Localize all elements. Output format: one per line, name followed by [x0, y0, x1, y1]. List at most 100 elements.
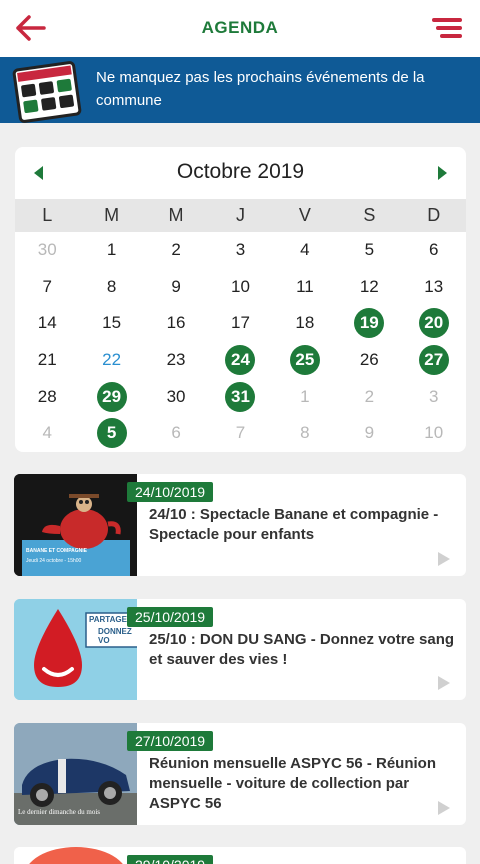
calendar-day-number: 17	[231, 313, 250, 333]
play-arrow-icon	[438, 676, 450, 690]
calendar-day[interactable]: 9	[337, 415, 401, 452]
page-title: AGENDA	[201, 18, 279, 37]
next-month-button[interactable]	[432, 163, 452, 183]
calendar-day-number: 8	[300, 423, 310, 443]
calendar-day[interactable]: 3	[208, 232, 272, 269]
event-thumbnail: PARTAGEZ DONNEZ VO	[14, 599, 137, 700]
menu-button[interactable]	[430, 14, 466, 42]
calendar-week-row: 30 1 2 3 4 5 6	[15, 232, 466, 269]
event-card[interactable]: 29/10/2019	[14, 847, 466, 864]
calendar-day[interactable]: 4	[273, 232, 337, 269]
calendar-day[interactable]: 6	[402, 232, 466, 269]
calendar-day[interactable]: 4	[15, 415, 79, 452]
info-banner: Ne manquez pas les prochains événements …	[0, 57, 480, 123]
calendar-day[interactable]: 12	[337, 269, 401, 306]
calendar-day[interactable]: 2	[337, 378, 401, 415]
weekday-label: L	[42, 205, 53, 225]
calendar-day-number: 4	[300, 240, 310, 260]
calendar-day[interactable]: 17	[208, 305, 272, 342]
calendar-day-number: 24	[225, 345, 256, 376]
calendar-day[interactable]: 11	[273, 269, 337, 306]
calendar-day[interactable]: 1	[273, 378, 337, 415]
event-title: 24/10 : Spectacle Banane et compagnie - …	[149, 506, 439, 543]
calendar-day[interactable]: 30	[144, 378, 208, 415]
calendar-day-number: 18	[295, 313, 315, 333]
calendar-week-row: 7 8 9 10 11 12 13	[15, 269, 466, 306]
calendar-day[interactable]: 23	[144, 342, 208, 379]
play-arrow-icon	[438, 552, 450, 566]
event-date-badge: 29/10/2019	[127, 855, 214, 864]
calendar-day-number: 10	[424, 423, 444, 443]
calendar-day-with-event[interactable]: 19	[337, 305, 401, 342]
event-image	[29, 847, 123, 864]
calendar-day-with-event[interactable]: 5	[79, 415, 143, 452]
calendar-day[interactable]: 3	[402, 378, 466, 415]
calendar-day-number: 7	[42, 276, 52, 296]
calendar-day[interactable]: 5	[337, 232, 401, 269]
calendar-day-number: 27	[418, 345, 449, 376]
calendar-day[interactable]: 15	[79, 305, 143, 342]
calendar-week-row: 4 5 6 7 8 9 10	[15, 415, 466, 452]
calendar-day-number: 16	[166, 313, 186, 333]
event-card[interactable]: Le dernier dimanche du mois 27/10/2019 R…	[14, 723, 466, 825]
event-card[interactable]: PARTAGEZ DONNEZ VO 25/10/2019 25/10 : DO…	[14, 599, 466, 700]
calendar-day[interactable]: 9	[144, 269, 208, 306]
calendar-day[interactable]: 26	[337, 342, 401, 379]
calendar-day[interactable]: 8	[79, 269, 143, 306]
calendar-day-with-event[interactable]: 20	[402, 305, 466, 342]
calendar-day-number: 19	[354, 308, 385, 339]
calendar-day-today[interactable]: 22	[79, 342, 143, 379]
calendar-day[interactable]: 10	[208, 269, 272, 306]
calendar-day-number: 9	[171, 276, 181, 296]
weekday-label: V	[298, 205, 311, 225]
calendar-day-with-event[interactable]: 24	[208, 342, 272, 379]
event-thumbnail: Le dernier dimanche du mois	[14, 723, 137, 825]
calendar-day[interactable]: 1	[79, 232, 143, 269]
calendar-day-number: 21	[37, 350, 57, 370]
calendar-day[interactable]: 2	[144, 232, 208, 269]
calendar-day-with-event[interactable]: 27	[402, 342, 466, 379]
play-arrow-icon	[438, 801, 450, 815]
calendar-day-number: 23	[166, 350, 186, 370]
calendar-day[interactable]: 7	[208, 415, 272, 452]
thumbnail-caption: DONNEZ VO	[98, 627, 132, 645]
calendar-day[interactable]: 10	[402, 415, 466, 452]
calendar-day-number: 5	[96, 418, 127, 449]
calendar-day[interactable]: 13	[402, 269, 466, 306]
hamburger-menu-icon	[432, 18, 462, 38]
calendar-day-number: 5	[364, 240, 375, 260]
calendar-day-number: 3	[235, 240, 246, 260]
weekday-label: S	[363, 205, 376, 225]
calendar-day-with-event[interactable]: 31	[208, 378, 272, 415]
calendar-month-label: Octobre 2019	[176, 160, 305, 183]
calendar-day-number: 1	[300, 386, 310, 406]
calendar-day-number: 30	[37, 240, 57, 260]
calendar-day[interactable]: 6	[144, 415, 208, 452]
calendar-day-number: 9	[364, 423, 375, 443]
thumbnail-caption: BANANE ET COMPAGNIE	[26, 548, 88, 554]
calendar-day-with-event[interactable]: 29	[79, 378, 143, 415]
calendar-day[interactable]: 16	[144, 305, 208, 342]
weekday-header: L M M J V S D	[15, 199, 466, 232]
calendar-grid: 30 1 2 3 4 5 6 7 8 9 10 11 12 13 14 15 16 17 18 19 20 21 22 23 2…	[15, 232, 466, 452]
calendar-day-number: 20	[418, 308, 449, 339]
calendar-day-number: 22	[102, 350, 122, 370]
calendar-day-number: 28	[37, 386, 57, 406]
calendar-day-number: 12	[359, 276, 379, 296]
event-title: 25/10 : DON DU SANG - Donnez votre sang …	[149, 631, 455, 668]
calendar-day[interactable]: 30	[15, 232, 79, 269]
calendar-day-number: 2	[364, 386, 375, 406]
thumbnail-caption: Jeudi 24 octobre - 15h00	[26, 558, 82, 564]
event-card[interactable]: BANANE ET COMPAGNIE Jeudi 24 octobre - 1…	[14, 474, 466, 576]
calendar-day-with-event[interactable]: 25	[273, 342, 337, 379]
calendar-week-row: 14 15 16 17 18 19 20	[15, 305, 466, 342]
calendar-day[interactable]: 7	[15, 269, 79, 306]
calendar-day[interactable]: 14	[15, 305, 79, 342]
calendar-week-row: 28 29 30 31 1 2 3	[15, 378, 466, 415]
calendar-day[interactable]: 21	[15, 342, 79, 379]
calendar-day-number: 7	[235, 423, 246, 443]
calendar-day[interactable]: 18	[273, 305, 337, 342]
calendar-day-number: 29	[96, 381, 127, 412]
calendar-day[interactable]: 28	[15, 378, 79, 415]
calendar-day[interactable]: 8	[273, 415, 337, 452]
